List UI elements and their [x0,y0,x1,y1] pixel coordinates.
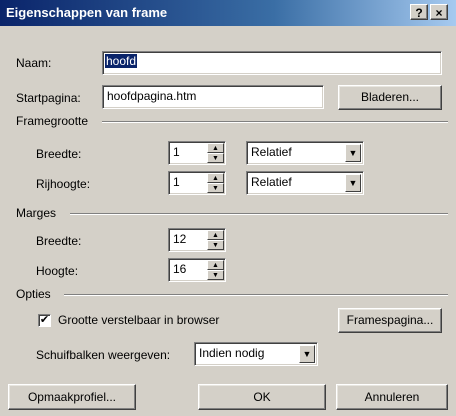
resizable-label: Grootte verstelbaar in browser [58,313,220,327]
dropdown-arrow-icon[interactable]: ▼ [299,345,315,363]
margin-width-label: Breedte: [36,234,82,248]
row-height-unit-select[interactable]: Relatief ▼ [246,171,364,195]
marges-group-label: Marges [16,206,57,220]
frame-width-spin-arrows[interactable]: ▲ ▼ [207,143,224,163]
frame-width-label: Breedte: [36,147,82,161]
row-height-unit-value: Relatief [251,175,292,189]
framespagina-button[interactable]: Framespagina... [338,308,442,333]
title-bar: Eigenschappen van frame [0,0,456,26]
name-value: hoofd [105,54,138,68]
resizable-checkbox[interactable]: ✔ [38,314,51,327]
frame-properties-dialog: Eigenschappen van frame ? × Naam: hoofd … [0,0,456,416]
cancel-button[interactable]: Annuleren [336,384,448,410]
row-height-spin-arrows[interactable]: ▲ ▼ [207,173,224,193]
framegrootte-group-label: Framegrootte [16,114,89,128]
scrollbars-label: Schuifbalken weergeven: [36,348,171,362]
name-label: Naam: [16,56,51,70]
dropdown-arrow-icon[interactable]: ▼ [345,174,361,192]
spin-up-icon[interactable]: ▲ [207,143,224,153]
close-button[interactable]: × [430,4,448,20]
spin-down-icon[interactable]: ▼ [207,153,224,163]
margin-height-value: 16 [173,262,187,276]
spin-down-icon[interactable]: ▼ [207,270,224,280]
margin-height-spin-arrows[interactable]: ▲ ▼ [207,260,224,280]
spin-up-icon[interactable]: ▲ [207,173,224,183]
row-height-label: Rijhoogte: [36,177,91,191]
start-page-label-text: Startpagina: [16,91,81,105]
scrollbars-value: Indien nodig [199,346,265,360]
row-height-value: 1 [173,175,180,189]
frame-width-value: 1 [173,145,180,159]
start-page-field[interactable]: hoofdpagina.htm [102,85,324,109]
ok-button[interactable]: OK [198,384,326,410]
margin-height-label: Hoogte: [36,264,79,278]
spin-down-icon[interactable]: ▼ [207,183,224,193]
opties-divider [64,294,448,296]
window-title: Eigenschappen van frame [6,5,168,20]
dropdown-arrow-icon[interactable]: ▼ [345,144,361,162]
spin-down-icon[interactable]: ▼ [207,240,224,250]
name-label-text: Naam: [16,56,52,70]
framespagina-button-label: Framespagina... [346,313,434,327]
browse-button[interactable]: Bladeren... [338,85,442,110]
margin-width-value: 12 [173,232,187,246]
browse-button-label: Bladeren... [360,90,420,104]
marges-divider [70,213,448,215]
frame-width-unit-select[interactable]: Relatief ▼ [246,141,364,165]
spin-up-icon[interactable]: ▲ [207,230,224,240]
name-field[interactable]: hoofd [102,51,442,75]
framegrootte-divider [102,121,448,123]
start-page-value: hoofdpagina.htm [107,89,197,103]
style-profile-button[interactable]: Opmaakprofiel... [8,384,136,410]
cancel-button-label: Annuleren [364,390,420,404]
style-profile-button-label: Opmaakprofiel... [27,390,117,404]
scrollbars-select[interactable]: Indien nodig ▼ [194,342,318,366]
margin-width-spin-arrows[interactable]: ▲ ▼ [207,230,224,250]
start-page-label: Startpagina: [16,91,81,105]
spin-up-icon[interactable]: ▲ [207,260,224,270]
help-button[interactable]: ? [410,4,428,20]
opties-group-label: Opties [16,287,51,301]
frame-width-unit-value: Relatief [251,145,292,159]
ok-button-label: OK [253,390,271,404]
